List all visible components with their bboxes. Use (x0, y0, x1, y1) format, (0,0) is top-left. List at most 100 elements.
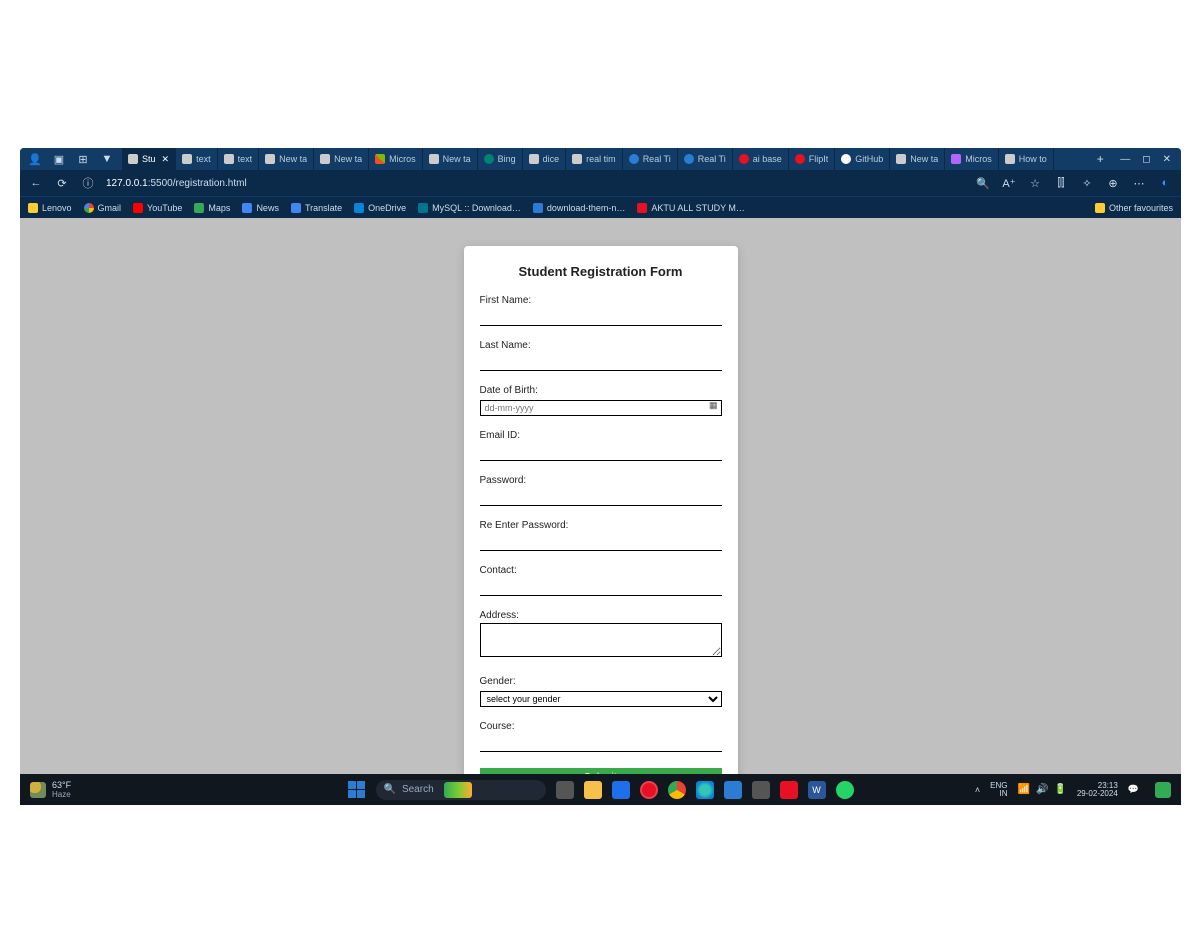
bookmark-item[interactable]: AKTU ALL STUDY M… (637, 203, 745, 213)
weather-widget[interactable]: 63°F Haze (30, 780, 71, 799)
bookmark-item[interactable]: YouTube (133, 203, 182, 213)
tab-label: New ta (443, 154, 471, 164)
start-button[interactable] (348, 781, 366, 799)
other-favourites[interactable]: Other favourites (1095, 203, 1173, 213)
bookmark-favicon-icon (418, 203, 428, 213)
word-icon[interactable]: W (808, 781, 826, 799)
bookmark-item[interactable]: OneDrive (354, 203, 406, 213)
tab-label: Real Ti (698, 154, 726, 164)
tab-favicon-icon (484, 154, 494, 164)
browser-tab[interactable]: FlipIt (789, 148, 836, 170)
task-view-icon[interactable] (556, 781, 574, 799)
browser-tab[interactable]: New ta (890, 148, 945, 170)
tab-favicon-icon (1005, 154, 1015, 164)
extensions-icon[interactable]: ⊕ (1105, 177, 1121, 190)
bookmark-favicon-icon (533, 203, 543, 213)
bookmark-item[interactable]: Maps (194, 203, 230, 213)
language-indicator[interactable]: ENG IN (990, 782, 1007, 798)
url-display[interactable]: 127.0.0.1:5500/registration.html (106, 178, 247, 189)
vscode-icon[interactable] (724, 781, 742, 799)
edge-icon[interactable] (696, 781, 714, 799)
email-input[interactable] (480, 446, 722, 461)
taskbar-search[interactable]: 🔍 Search (376, 780, 546, 800)
weather-icon (30, 782, 46, 798)
course-input[interactable] (480, 737, 722, 752)
back-button[interactable]: ← (28, 177, 44, 189)
maximize-button[interactable]: ◻ (1142, 154, 1150, 165)
registration-form: Student Registration Form First Name: La… (464, 246, 738, 805)
wifi-icon: 📶 (1018, 784, 1030, 795)
tab-label: real tim (586, 154, 616, 164)
clock[interactable]: 23:13 29-02-2024 (1077, 782, 1118, 798)
copilot-icon[interactable]: ◐ (1157, 177, 1173, 189)
bookmark-item[interactable]: Translate (291, 203, 342, 213)
password-input[interactable] (480, 491, 722, 506)
refresh-button[interactable]: ⟳ (54, 177, 70, 190)
search-placeholder: Search (402, 784, 434, 795)
browser-tab[interactable]: Stu✕ (122, 148, 176, 170)
corner-widget-icon[interactable] (1155, 782, 1171, 798)
first-name-input[interactable] (480, 311, 722, 326)
tab-actions-icon[interactable]: ⊞ (76, 152, 90, 166)
tab-label: Bing (498, 154, 516, 164)
first-name-label: First Name: (480, 295, 722, 306)
search-decoration-icon (444, 782, 472, 798)
browser-tab[interactable]: Bing (478, 148, 523, 170)
zoom-icon[interactable]: 🔍 (975, 177, 991, 190)
split-screen-icon[interactable]: ⫿⫿ (1053, 177, 1069, 190)
browser-tab[interactable]: GitHub (835, 148, 890, 170)
dob-input[interactable] (480, 400, 722, 416)
windows-taskbar: 63°F Haze 🔍 Search W ˄ ENG IN (20, 774, 1181, 805)
browser-tab[interactable]: dice (523, 148, 567, 170)
browser-tab[interactable]: text (218, 148, 260, 170)
favorite-icon[interactable]: ☆ (1027, 177, 1043, 190)
browser-tab[interactable]: Real Ti (623, 148, 678, 170)
gender-select[interactable]: select your gender (480, 691, 722, 707)
calendar-icon[interactable]: ▦ (709, 400, 718, 411)
minimize-button[interactable]: — (1120, 154, 1130, 165)
more-icon[interactable]: ⋯ (1131, 177, 1147, 190)
contact-input[interactable] (480, 581, 722, 596)
bookmark-item[interactable]: MySQL :: Download… (418, 203, 521, 213)
app-red-icon[interactable] (780, 781, 798, 799)
repassword-input[interactable] (480, 536, 722, 551)
workspaces-icon[interactable]: ▣ (52, 152, 66, 166)
bookmark-item[interactable]: download-them-n… (533, 203, 626, 213)
address-input[interactable] (480, 623, 722, 657)
page-viewport: Student Registration Form First Name: La… (20, 218, 1181, 805)
site-info-icon[interactable]: ⓘ (80, 175, 96, 191)
file-explorer-icon[interactable] (584, 781, 602, 799)
ms-store-icon[interactable] (612, 781, 630, 799)
notifications-icon[interactable]: 💬 (1128, 784, 1139, 795)
browser-tab[interactable]: New ta (314, 148, 369, 170)
close-tab-icon[interactable]: ✕ (162, 154, 170, 165)
shield-icon[interactable]: ▼ (100, 152, 114, 166)
last-name-input[interactable] (480, 356, 722, 371)
browser-tab[interactable]: ai base (733, 148, 789, 170)
browser-tab[interactable]: real tim (566, 148, 623, 170)
browser-tab[interactable]: Real Ti (678, 148, 733, 170)
app-icon[interactable] (752, 781, 770, 799)
browser-tab[interactable]: New ta (259, 148, 314, 170)
chrome-icon[interactable] (668, 781, 686, 799)
bookmark-item[interactable]: Lenovo (28, 203, 72, 213)
volume-icon: 🔊 (1036, 784, 1048, 795)
browser-tab[interactable]: Micros (945, 148, 999, 170)
bookmark-item[interactable]: Gmail (84, 203, 122, 213)
browser-tab[interactable]: text (176, 148, 218, 170)
contact-label: Contact: (480, 565, 722, 576)
browser-tab[interactable]: How to (999, 148, 1054, 170)
new-tab-button[interactable]: + (1090, 152, 1110, 166)
opera-icon[interactable] (640, 781, 658, 799)
read-aloud-icon[interactable]: A⁺ (1001, 177, 1017, 190)
profile-icon[interactable]: 👤 (28, 152, 42, 166)
system-tray[interactable]: 📶 🔊 🔋 (1018, 784, 1067, 795)
close-window-button[interactable]: ✕ (1163, 154, 1171, 165)
tray-chevron-icon[interactable]: ˄ (975, 785, 980, 795)
bookmark-item[interactable]: News (242, 203, 279, 213)
collections-icon[interactable]: ✧ (1079, 177, 1095, 190)
browser-tab[interactable]: Micros (369, 148, 423, 170)
bookmark-favicon-icon (354, 203, 364, 213)
browser-tab[interactable]: New ta (423, 148, 478, 170)
whatsapp-icon[interactable] (836, 781, 854, 799)
